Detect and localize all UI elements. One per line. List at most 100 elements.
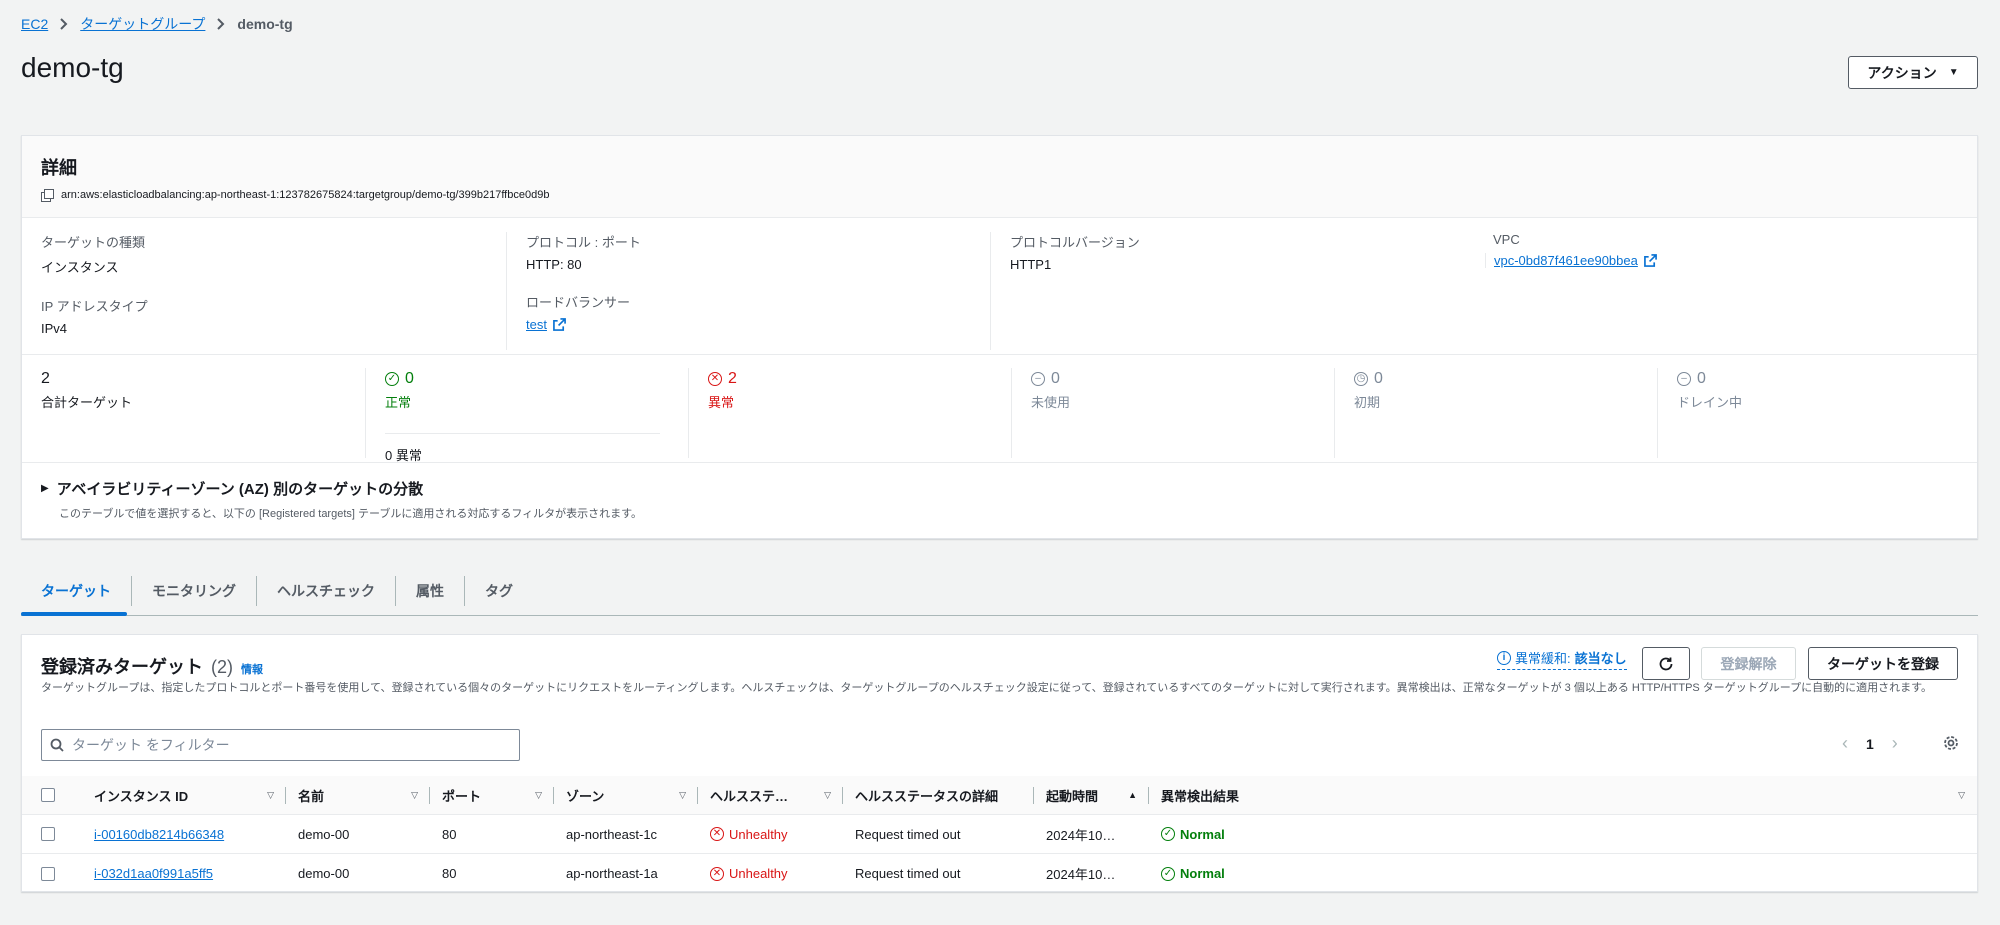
active-tab-indicator [21, 612, 127, 616]
register-targets-button[interactable]: ターゲットを登録 [1808, 647, 1958, 680]
external-link-icon [1643, 254, 1657, 267]
tab-tags[interactable]: タグ [465, 576, 533, 606]
targets-count: (2) [211, 657, 233, 677]
row-checkbox[interactable] [41, 827, 55, 841]
config-col-3: プロトコルバージョン HTTP1 [990, 232, 1474, 350]
actions-button[interactable]: アクション ▼ [1848, 56, 1978, 89]
total-label: 合計ターゲット [41, 395, 133, 410]
col-anomaly[interactable]: 異常検出結果 ▽ [1149, 776, 1977, 814]
row-launch-time: 2024年10… [1046, 867, 1116, 882]
protocol-port-label: プロトコル : ポート [526, 235, 641, 250]
breadcrumb-target-groups[interactable]: ターゲットグループ [80, 14, 205, 34]
status-unused: –0 未使用 [1011, 368, 1334, 458]
col-instance-id[interactable]: インスタンス ID ▽ [61, 776, 286, 814]
row-name: demo-00 [298, 866, 350, 881]
details-panel: 詳細 arn:aws:elasticloadbalancing:ap-north… [21, 135, 1978, 539]
draining-label: ドレイン中 [1677, 395, 1743, 410]
status-unhealthy: ✕ 2 異常 [688, 368, 1011, 458]
sort-icon: ▽ [824, 789, 831, 800]
healthy-count: 0 [405, 370, 414, 387]
targets-heading: 登録済みターゲット [41, 657, 203, 677]
instance-id-link[interactable]: i-00160db8214b66348 [94, 827, 224, 842]
tab-targets[interactable]: ターゲット [21, 575, 132, 606]
gear-icon[interactable] [1941, 733, 1961, 753]
select-all-checkbox[interactable] [41, 788, 55, 802]
pagination: ‹ 1 › [1842, 733, 1898, 754]
col-port[interactable]: ポート ▽ [430, 776, 554, 814]
row-checkbox[interactable] [41, 866, 55, 881]
sort-icon: ▽ [1958, 789, 1965, 800]
chevron-left-icon[interactable]: ‹ [1842, 733, 1848, 754]
unhealthy-label: 異常 [708, 395, 735, 410]
minus-circle-icon: – [1677, 372, 1691, 386]
sort-icon: ▽ [411, 789, 418, 800]
initial-count: 0 [1374, 370, 1383, 387]
details-heading: 詳細 [41, 158, 77, 178]
row-anomaly: Normal [1180, 826, 1225, 842]
minus-circle-icon: – [1031, 372, 1045, 386]
config-col-2: プロトコル : ポート HTTP: 80 ロードバランサー test [506, 232, 990, 350]
instance-id-link[interactable]: i-032d1aa0f991a5ff5 [94, 866, 213, 881]
col-name[interactable]: 名前 ▽ [286, 776, 430, 814]
status-section: 2 合計ターゲット ✓ 0 正常 0 異常 ✕ 2 異常 –0 未使用 ◷ 0 初期 … [22, 368, 1977, 463]
targets-table: インスタンス ID ▽ 名前 ▽ ポート ▽ ゾーン ▽ ヘルスステ… ▽ ヘルスステータ… [22, 776, 1977, 893]
sort-icon: ▽ [267, 789, 274, 800]
col-zone[interactable]: ゾーン ▽ [554, 776, 698, 814]
page-number[interactable]: 1 [1866, 736, 1874, 752]
check-circle-icon: ✓ [1161, 827, 1175, 841]
anomaly-mitigation[interactable]: i 異常緩和: 該当なし [1497, 648, 1627, 670]
x-circle-icon: ✕ [710, 827, 724, 841]
healthy-sub: 0 異常 [385, 433, 660, 464]
healthy-label: 正常 [385, 395, 412, 410]
arn-value: arn:aws:elasticloadbalancing:ap-northeas… [61, 189, 550, 201]
col-launch-time[interactable]: 起動時間 ▲ [1034, 776, 1149, 814]
deregister-button[interactable]: 登録解除 [1701, 647, 1796, 680]
table-row: i-032d1aa0f991a5ff5 demo-00 80 ap-northe… [22, 854, 1977, 893]
status-total: 2 合計ターゲット [22, 368, 345, 458]
ip-type-value: IPv4 [41, 321, 68, 336]
info-link[interactable]: 情報 [241, 661, 263, 677]
col-health[interactable]: ヘルスステ… ▽ [698, 776, 843, 814]
target-type-value: インスタンス [41, 260, 119, 275]
filter-placeholder: ターゲット をフィルター [72, 737, 230, 753]
unhealthy-count: 2 [728, 370, 737, 387]
targets-title: 登録済みターゲット (2) 情報 [41, 653, 263, 679]
chevron-right-icon[interactable]: › [1892, 733, 1898, 754]
row-zone: ap-northeast-1c [566, 826, 658, 842]
vpc-link[interactable]: vpc-0bd87f461ee90bbea [1494, 253, 1638, 268]
config-col-4: VPC vpc-0bd87f461ee90bbea [1474, 232, 1958, 350]
row-health: Unhealthy [729, 866, 788, 881]
copy-icon[interactable] [41, 189, 54, 202]
vpc-label: VPC [1493, 232, 1520, 247]
caret-down-icon: ▼ [1948, 67, 1959, 78]
status-healthy: ✓ 0 正常 0 異常 [365, 368, 688, 463]
page-title: demo-tg [21, 52, 124, 83]
breadcrumb-ec2[interactable]: EC2 [21, 16, 48, 32]
refresh-button[interactable] [1642, 647, 1690, 680]
tab-monitoring[interactable]: モニタリング [132, 575, 257, 606]
load-balancer-link[interactable]: test [526, 317, 547, 332]
protocol-port-value: HTTP: 80 [526, 257, 582, 272]
row-health-detail: Request timed out [855, 826, 961, 842]
caret-right-icon: ▶ [41, 483, 49, 494]
chevron-right-icon [215, 17, 227, 31]
initial-label: 初期 [1354, 395, 1381, 410]
tab-health-checks[interactable]: ヘルスチェック [257, 575, 396, 606]
unused-label: 未使用 [1031, 395, 1071, 410]
row-launch-time: 2024年10… [1046, 827, 1116, 843]
filter-input[interactable]: ターゲット をフィルター [41, 729, 520, 761]
az-distribution[interactable]: ▶ アベイラビリティーゾーン (AZ) 別のターゲットの分散 このテーブルで値を選… [41, 478, 642, 521]
clock-icon: ◷ [1354, 372, 1368, 386]
config-col-1: ターゲットの種類 インスタンス IP アドレスタイプ IPv4 [22, 232, 506, 350]
target-type-label: ターゲットの種類 [41, 235, 146, 250]
row-port: 80 [442, 826, 457, 842]
chevron-right-icon [58, 17, 70, 31]
sort-icon: ▽ [535, 789, 542, 800]
x-circle-icon: ✕ [708, 372, 722, 386]
targets-description: ターゲットグループは、指定したプロトコルとポート番号を使用して、登録されている個… [41, 682, 1933, 694]
registered-targets-panel: 登録済みターゲット (2) 情報 i 異常緩和: 該当なし 登録解除 ターゲット… [21, 634, 1978, 892]
details-header: 詳細 arn:aws:elasticloadbalancing:ap-north… [22, 136, 1977, 218]
external-link-icon [553, 318, 566, 331]
tab-attributes[interactable]: 属性 [396, 575, 465, 606]
ip-type-label: IP アドレスタイプ [41, 299, 148, 314]
